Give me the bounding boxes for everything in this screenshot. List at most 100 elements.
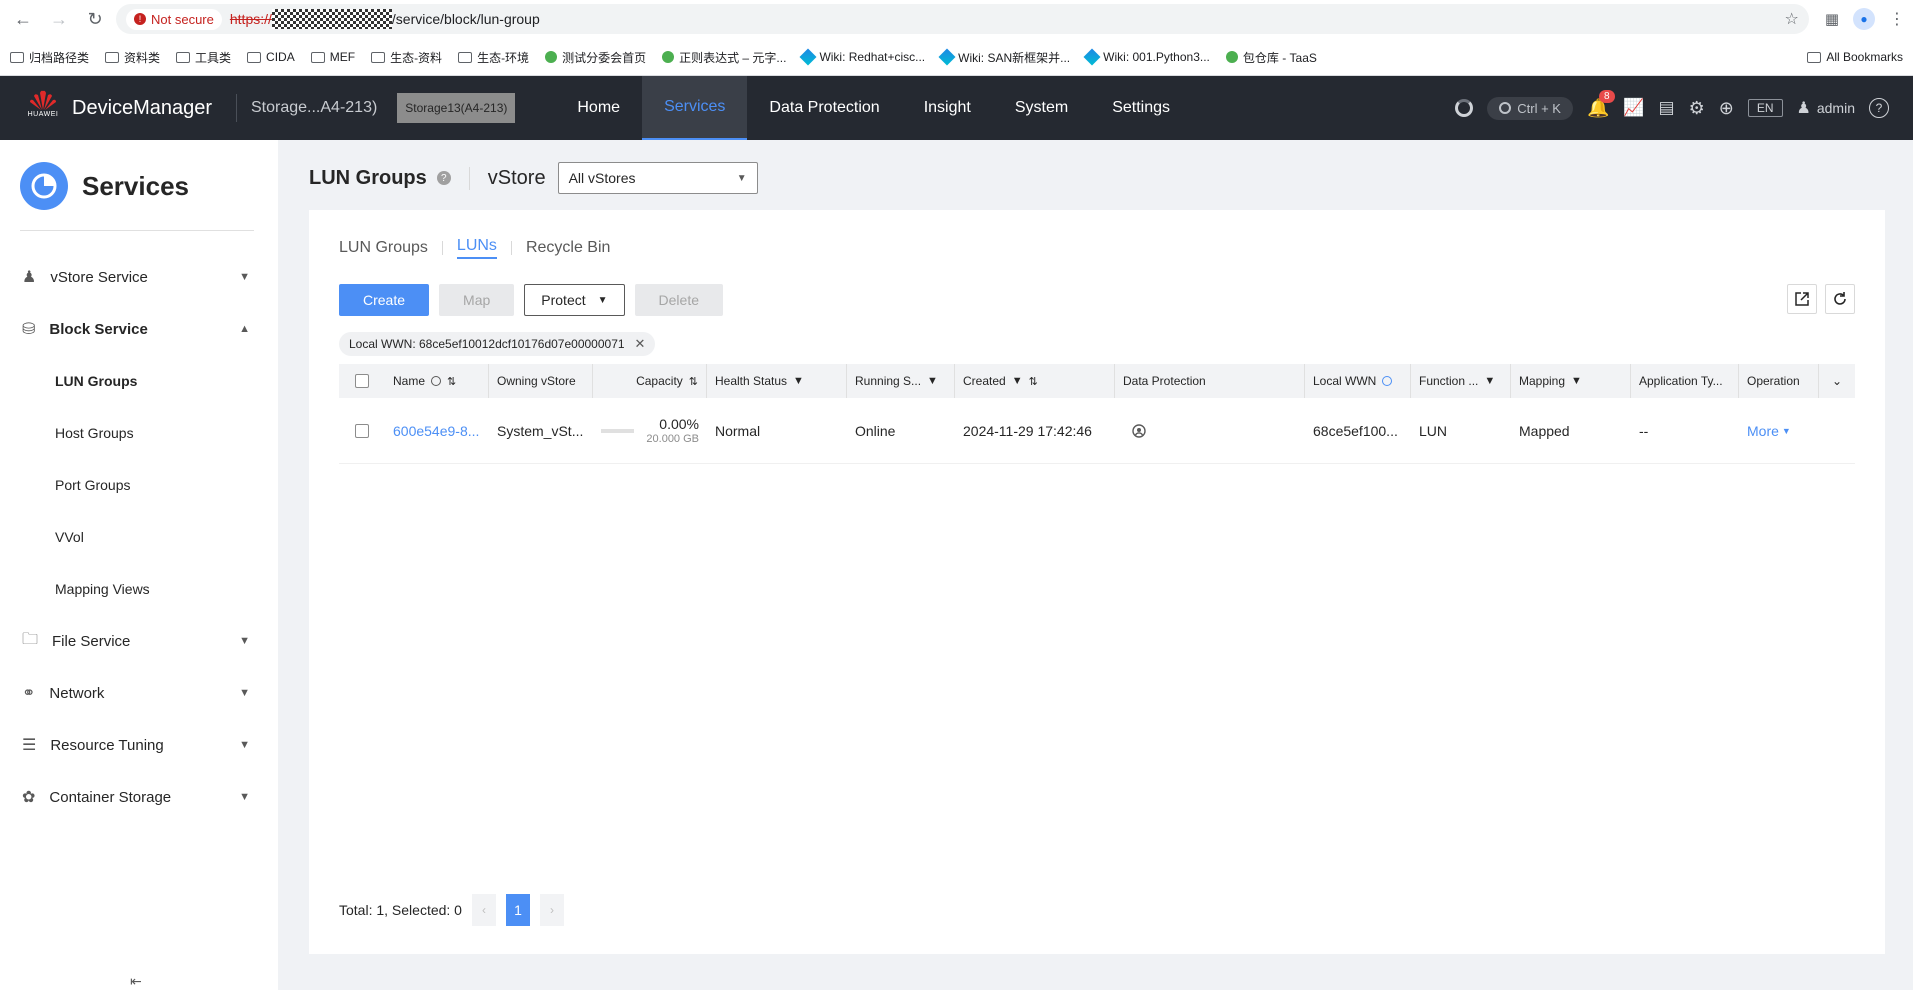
folder-icon (1807, 51, 1822, 63)
storage-device-name[interactable]: Storage...A4-213) (251, 99, 377, 117)
sidebar-item-vstore-service[interactable]: ♟ vStore Service ▼ (0, 251, 278, 303)
nav-settings[interactable]: Settings (1090, 76, 1192, 140)
not-secure-badge[interactable]: ! Not secure (126, 8, 222, 30)
star-icon[interactable]: ☆ (1784, 9, 1798, 29)
help-icon[interactable]: ? (436, 171, 451, 185)
sort-icon[interactable]: ⇅ (447, 375, 456, 388)
bookmark-label: 资料类 (124, 50, 161, 65)
vstore-select[interactable]: All vStores ▼ (557, 162, 758, 194)
filter-icon[interactable]: ▼ (793, 375, 804, 387)
bookmark-item[interactable]: CIDA (247, 50, 295, 64)
tab-lun-groups[interactable]: LUN Groups (339, 239, 428, 257)
plus-circle-icon[interactable]: ⊕ (1719, 98, 1734, 119)
delete-button[interactable]: Delete (634, 284, 723, 316)
reload-icon[interactable]: ↻ (80, 4, 110, 34)
tab-luns[interactable]: LUNs (456, 237, 497, 259)
sort-icon[interactable]: ⇅ (689, 375, 698, 388)
lun-name-link[interactable]: 600e54e9-8... (385, 398, 489, 463)
bookmark-item[interactable]: 包仓库 - TaaS (1225, 49, 1317, 66)
sort-icon[interactable]: ⇅ (1029, 375, 1038, 388)
chevron-down-icon: ▼ (239, 687, 250, 699)
user-menu[interactable]: ♟ admin (1797, 98, 1855, 118)
filter-icon[interactable]: ▼ (927, 375, 938, 387)
bookmark-item[interactable]: 工具类 (176, 49, 231, 66)
address-bar[interactable]: ! Not secure https:// /service/block/lun… (116, 4, 1809, 34)
prev-page-button[interactable]: ‹ (471, 894, 496, 926)
filter-icon[interactable]: ▼ (1012, 375, 1023, 387)
refresh-icon[interactable] (1825, 284, 1855, 314)
filter-icon[interactable]: ▼ (1484, 375, 1495, 387)
global-search[interactable]: Ctrl + K (1487, 96, 1573, 120)
col-label: Application Ty... (1639, 374, 1723, 388)
bookmark-item[interactable]: Wiki: 001.Python3... (1083, 48, 1210, 66)
sidebar-item-block-service[interactable]: ⛁ Block Service ▲ (0, 303, 278, 355)
nav-services[interactable]: Services (642, 76, 748, 140)
map-button[interactable]: Map (439, 284, 515, 316)
tasks-icon[interactable] (1455, 99, 1474, 117)
chrome-menu-icon[interactable]: ⋮ (1889, 9, 1905, 29)
table-row[interactable]: 600e54e9-8... System_vSt... 0.00% 20.000… (339, 398, 1855, 464)
sidebar-item-network[interactable]: ⚭ Network ▼ (0, 667, 278, 719)
bookmark-item[interactable]: 正则表达式 – 元字... (662, 49, 786, 66)
search-icon[interactable] (431, 376, 442, 386)
more-operations-dropdown[interactable]: More ▼ (1739, 398, 1819, 463)
export-icon[interactable] (1787, 284, 1817, 314)
col-label: Function ... (1419, 374, 1479, 388)
sidebar-sub-lun-groups[interactable]: LUN Groups (0, 355, 278, 407)
search-icon[interactable] (1382, 376, 1393, 386)
col-label: Local WWN (1313, 374, 1377, 388)
back-icon[interactable]: ← (8, 4, 38, 34)
sidebar-sub-host-groups[interactable]: Host Groups (0, 407, 278, 459)
alarm-list-icon[interactable]: ▤ (1659, 98, 1675, 118)
sidebar-sub-port-groups[interactable]: Port Groups (0, 459, 278, 511)
bookmark-item[interactable]: 资料类 (105, 49, 160, 66)
globe-icon: ⚭ (22, 685, 36, 702)
close-icon[interactable]: ✕ (635, 336, 646, 352)
row-checkbox[interactable] (355, 423, 369, 438)
bookmark-item[interactable]: 生态-资料 (371, 49, 442, 66)
tab-recycle-bin[interactable]: Recycle Bin (526, 239, 610, 257)
bookmark-item[interactable]: MEF (310, 50, 355, 64)
protect-button[interactable]: Protect ▼ (524, 284, 625, 316)
profile-icon[interactable]: ● (1853, 8, 1875, 30)
bookmark-item[interactable]: 生态-环境 (458, 49, 529, 66)
help-icon[interactable]: ? (1869, 98, 1889, 118)
wiki-icon (938, 48, 956, 66)
column-settings-icon[interactable]: ⌄ (1819, 364, 1855, 398)
sidebar-sub-vvol[interactable]: VVol (0, 511, 278, 563)
sidebar-item-container-storage[interactable]: ✿ Container Storage ▼ (0, 771, 278, 823)
select-all-checkbox[interactable] (355, 374, 369, 388)
sidebar-item-file-service[interactable]: 🗀 File Service ▼ (0, 615, 278, 667)
nav-system[interactable]: System (993, 76, 1090, 140)
folder-icon: 🗀 (22, 630, 39, 648)
cell-mapping: Mapped (1519, 422, 1570, 439)
bookmark-item[interactable]: Wiki: SAN新框架并... (938, 48, 1070, 66)
filter-chip-label: Local WWN: 68ce5ef10012dcf10176d07e00000… (349, 337, 625, 351)
site-icon (662, 51, 675, 63)
all-bookmarks-label: All Bookmarks (1826, 50, 1903, 64)
monitor-icon[interactable]: 📈 (1623, 98, 1644, 118)
nav-data-protection[interactable]: Data Protection (747, 76, 901, 140)
nav-home[interactable]: Home (555, 76, 642, 140)
bell-icon[interactable]: 🔔 8 (1587, 89, 1615, 119)
main-content: LUN Groups ? vStore All vStores ▼ LUN Gr… (278, 140, 1913, 990)
next-page-button[interactable]: › (539, 894, 564, 926)
app-logo[interactable]: HUAWEI DeviceManager (0, 89, 222, 127)
sidebar-item-resource-tuning[interactable]: ☰ Resource Tuning ▼ (0, 719, 278, 771)
bookmark-item[interactable]: 归档路径类 (10, 49, 89, 66)
protection-sync-icon[interactable] (1131, 423, 1147, 439)
bookmark-item[interactable]: 测试分委会首页 (545, 49, 646, 66)
gear-icon[interactable]: ⚙ (1689, 98, 1705, 119)
nav-insight[interactable]: Insight (902, 76, 993, 140)
page-number-current[interactable]: 1 (505, 894, 530, 926)
extensions-icon[interactable]: ▦ (1825, 10, 1839, 28)
collapse-sidebar-icon[interactable]: ⇤ (130, 973, 142, 990)
language-switch[interactable]: EN (1747, 99, 1783, 117)
all-bookmarks[interactable]: All Bookmarks (1807, 50, 1903, 64)
layers-icon: ☰ (22, 737, 37, 754)
sidebar-sub-mapping-views[interactable]: Mapping Views (0, 563, 278, 615)
create-button[interactable]: Create (339, 284, 430, 316)
forward-icon[interactable]: → (44, 4, 74, 34)
bookmark-item[interactable]: Wiki: Redhat+cisc... (799, 48, 925, 66)
filter-icon[interactable]: ▼ (1571, 375, 1582, 387)
